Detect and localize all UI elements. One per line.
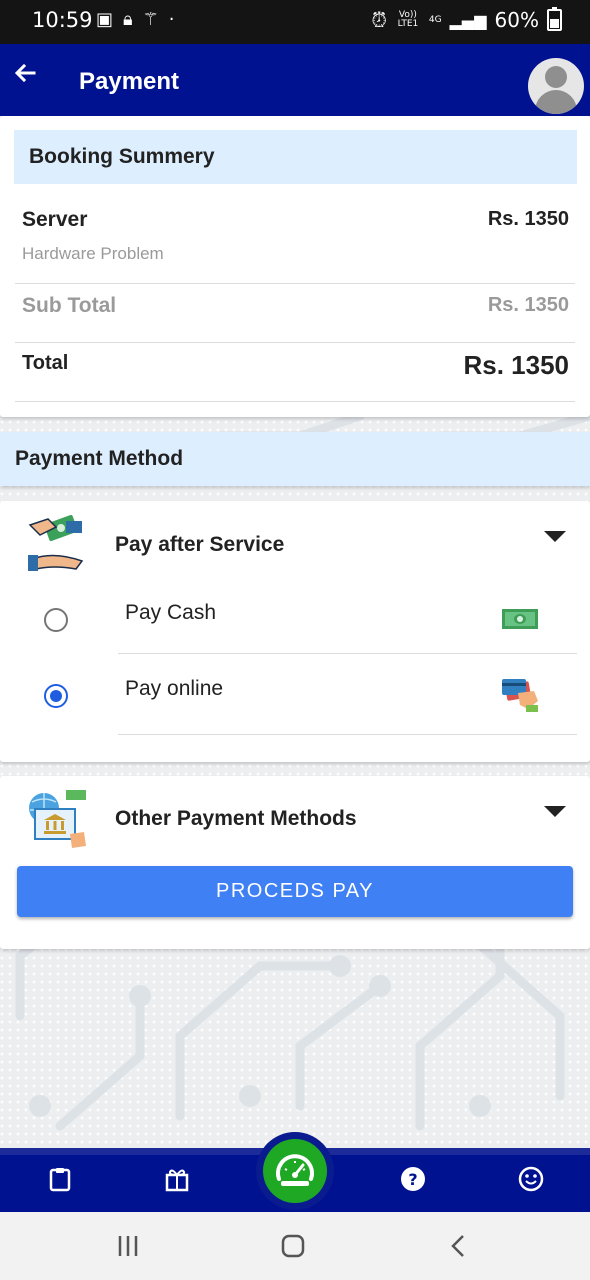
system-navigation-bar <box>0 1212 590 1280</box>
cash-note-icon <box>501 606 539 637</box>
divider <box>15 342 575 343</box>
item-price: Rs. 1350 <box>487 208 569 230</box>
smiley-icon[interactable] <box>518 1166 544 1192</box>
status-notification-icons: ▣ 🔒︎ ⚚ · <box>96 9 174 30</box>
other-payment-methods-title: Other Payment Methods <box>115 807 357 830</box>
status-right-icons: ⏰︎ Vo)) LTE1 4G ▂▄▆ 60% <box>371 7 562 32</box>
divider <box>118 653 577 654</box>
signal-icon: ▂▄▆ <box>449 10 487 30</box>
battery-icon <box>547 7 562 31</box>
page-title: Payment <box>79 68 180 95</box>
item-description: Hardware Problem <box>22 244 164 263</box>
battery-percent: 60% <box>494 8 539 32</box>
clock: 10:59 <box>32 8 93 32</box>
divider <box>118 734 577 735</box>
chevron-down-icon[interactable] <box>544 806 566 817</box>
system-back-icon[interactable] <box>450 1234 466 1263</box>
subtotal-label: Sub Total <box>22 294 117 317</box>
back-arrow-icon[interactable] <box>14 60 36 91</box>
pay-cash-radio[interactable] <box>44 608 68 632</box>
divider <box>15 283 575 284</box>
booking-summary-card: Booking Summery Server Rs. 1350 Hardware… <box>0 116 590 417</box>
speedometer-fab[interactable] <box>256 1132 334 1210</box>
divider <box>15 401 575 402</box>
credit-card-hand-icon <box>500 675 540 718</box>
hand-money-icon <box>26 514 88 578</box>
gift-icon[interactable] <box>164 1166 190 1192</box>
pay-cash-label[interactable]: Pay Cash <box>125 601 216 625</box>
pay-after-service-title: Pay after Service <box>115 533 285 556</box>
clipboard-icon[interactable] <box>47 1166 73 1192</box>
chevron-down-icon[interactable] <box>544 531 566 542</box>
magic-wand-icon: ⚚ <box>142 9 159 30</box>
home-icon[interactable] <box>281 1234 305 1263</box>
total-label: Total <box>22 352 69 374</box>
payment-method-heading: Payment Method <box>0 432 590 486</box>
alarm-icon: ⏰︎ <box>371 8 387 32</box>
bank-globe-icon <box>26 788 88 855</box>
pay-after-service-card: Pay after Service Pay Cash Pay online <box>0 501 590 762</box>
avatar-icon[interactable] <box>528 58 584 114</box>
gallery-icon: ▣ <box>96 9 114 30</box>
status-bar: 10:59 ▣ 🔒︎ ⚚ · ⏰︎ Vo)) LTE1 4G ▂▄▆ 60% <box>0 0 590 44</box>
network-type-label: Vo)) LTE1 <box>397 10 419 29</box>
lock-icon: 🔒︎ <box>123 9 133 30</box>
svg-text:?: ? <box>408 1170 417 1189</box>
dot-icon: · <box>168 9 175 30</box>
pay-online-label[interactable]: Pay online <box>125 677 223 701</box>
proceed-pay-button[interactable]: PROCEDS PAY <box>17 866 573 917</box>
item-name: Server <box>22 208 88 231</box>
app-bar: Payment <box>0 44 590 116</box>
total-value: Rs. 1350 <box>463 350 569 380</box>
recent-apps-icon[interactable] <box>117 1234 139 1263</box>
subtotal-value: Rs. 1350 <box>487 294 569 316</box>
4g-label: 4G <box>428 14 442 25</box>
help-icon[interactable]: ? <box>400 1166 426 1192</box>
other-payment-methods-card: Other Payment Methods PROCEDS PAY <box>0 776 590 949</box>
speedometer-icon <box>276 1154 314 1186</box>
pay-online-radio[interactable] <box>44 684 68 708</box>
booking-summary-heading: Booking Summery <box>14 130 577 184</box>
